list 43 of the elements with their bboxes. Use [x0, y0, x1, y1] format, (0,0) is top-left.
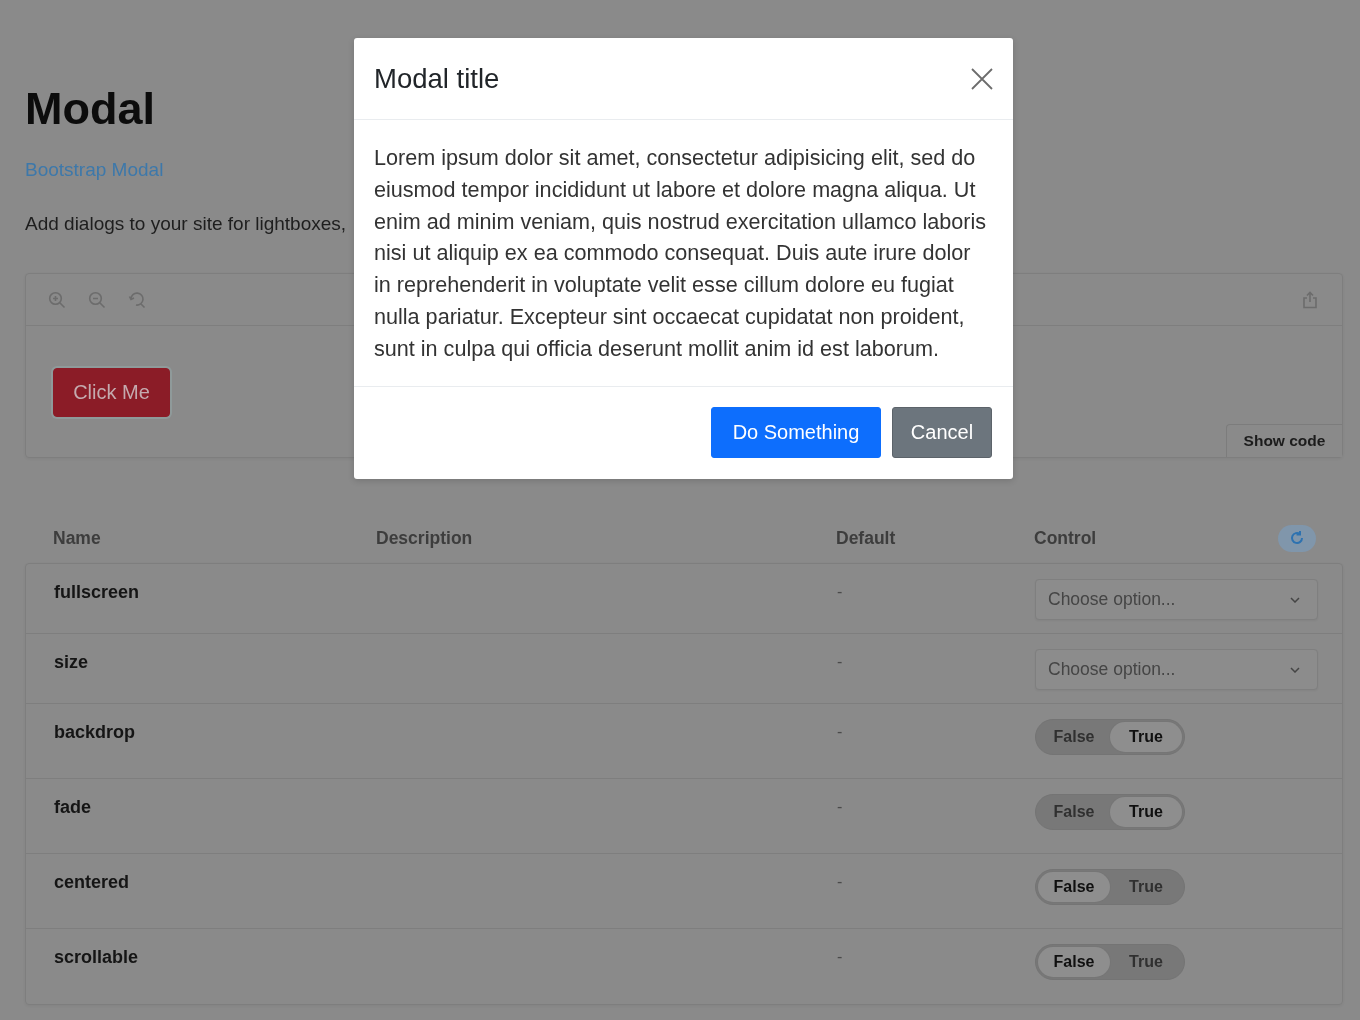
toggle-option[interactable]: True: [1110, 947, 1182, 977]
default-value: -: [837, 872, 843, 892]
close-icon[interactable]: [971, 67, 993, 90]
chevron-down-icon: [1290, 666, 1300, 673]
reset-controls-button[interactable]: [1278, 524, 1316, 552]
prop-name: size: [54, 652, 89, 672]
page-description: Add dialogs to your site for lightboxes,: [25, 212, 347, 236]
prop-name: fullscreen: [54, 582, 140, 602]
default-value: -: [837, 652, 843, 672]
zoom-reset-icon[interactable]: [128, 290, 146, 309]
zoom-in-icon[interactable]: [48, 290, 66, 309]
toggle-option[interactable]: False: [1038, 722, 1110, 752]
cancel-button[interactable]: Cancel: [892, 406, 992, 458]
prop-name: fade: [54, 797, 91, 817]
toggle-option[interactable]: False: [1038, 872, 1110, 902]
chevron-down-icon: [1290, 596, 1300, 603]
column-header: Description: [376, 527, 473, 549]
modal-title: Modal title: [374, 62, 500, 95]
column-header: Control: [1034, 527, 1097, 549]
refresh-icon: [1289, 530, 1305, 546]
toggle-option[interactable]: True: [1110, 797, 1182, 827]
prop-name: backdrop: [54, 722, 136, 742]
share-icon[interactable]: [1301, 290, 1319, 309]
select-field[interactable]: Choose option...: [1035, 649, 1318, 690]
toggle-option[interactable]: True: [1110, 722, 1182, 752]
toggle-option[interactable]: False: [1038, 947, 1110, 977]
default-value: -: [837, 722, 843, 742]
show-code-button[interactable]: Show code: [1226, 424, 1342, 457]
click-me-button[interactable]: Click Me: [53, 368, 170, 417]
primary-button[interactable]: Do Something: [711, 406, 881, 458]
toggle-option[interactable]: True: [1110, 872, 1182, 902]
toggle-option[interactable]: False: [1038, 797, 1110, 827]
default-value: -: [837, 797, 843, 817]
default-value: -: [837, 582, 843, 602]
prop-name: scrollable: [54, 947, 139, 967]
column-header: Default: [836, 527, 896, 549]
column-header: Name: [53, 527, 101, 549]
page-title: Modal: [25, 83, 155, 135]
select-field[interactable]: Choose option...: [1035, 579, 1318, 620]
default-value: -: [837, 947, 843, 967]
modal-body-text: Lorem ipsum dolor sit amet, consectetur adipisicing elit, sed do eiusmod tempor incididunt ut labore et dolore magna aliqua. Ut enim ad minim veniam, quis nostrud exercitation ullamco laboris nisi ut aliquip ex ea commodo consequat. Duis aute irure dolor in reprehenderit in voluptate velit esse cillum dolore eu fugiat nulla pariatur. Excepteur sint occaecat cupidatat non proident, sunt in culpa qui officia deserunt mollit anim id est laborum.: [374, 144, 988, 363]
zoom-out-icon[interactable]: [88, 290, 106, 309]
prop-name: centered: [54, 872, 130, 892]
